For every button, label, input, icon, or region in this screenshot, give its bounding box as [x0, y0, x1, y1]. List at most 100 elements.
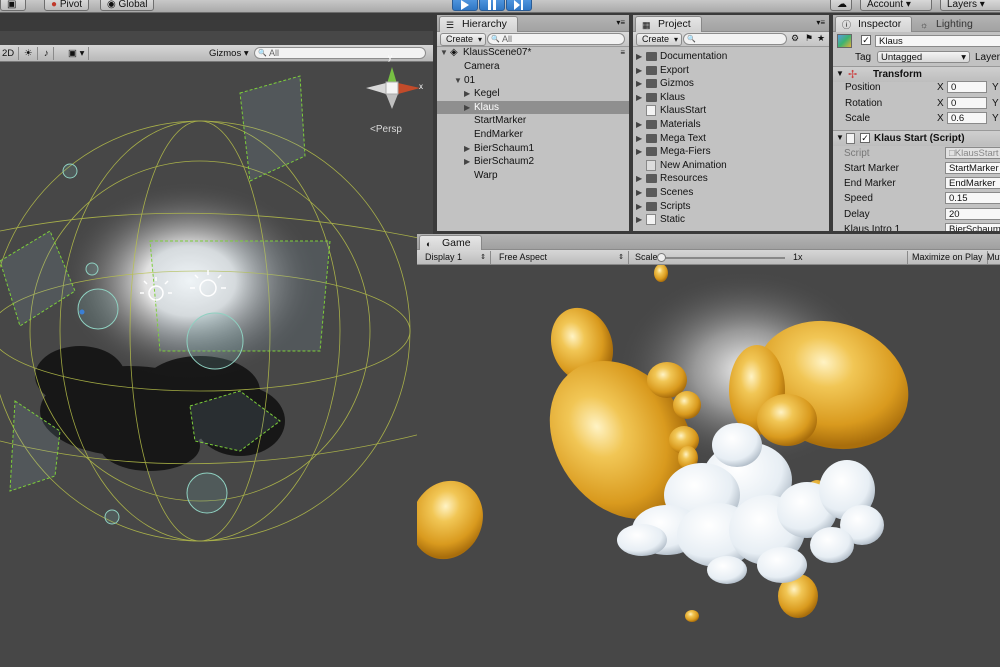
object-name-field[interactable]: Klaus: [875, 35, 1000, 47]
project-item[interactable]: ▶ Scenes: [633, 186, 829, 200]
script-field-value[interactable]: 0.15: [945, 192, 1000, 205]
transform-x-field[interactable]: 0: [947, 81, 987, 93]
project-item[interactable]: ▶ Static: [633, 213, 829, 227]
transform-field-label: Scale: [845, 113, 871, 124]
project-item[interactable]: ▶ Export: [633, 64, 829, 78]
project-item[interactable]: ▶ Resources: [633, 172, 829, 186]
project-item[interactable]: ▶ Scripts: [633, 200, 829, 214]
layers-dropdown[interactable]: Layers ▾: [940, 0, 1000, 11]
layout-tool-button[interactable]: ▣: [0, 0, 26, 11]
persp-label[interactable]: <Persp: [370, 124, 402, 135]
panel-menu-icon[interactable]: ▾≡: [616, 18, 625, 27]
expand-arrow-icon[interactable]: ▶: [636, 132, 642, 146]
scene-canvas[interactable]: [0, 31, 433, 667]
hierarchy-item[interactable]: Warp: [437, 169, 629, 183]
expand-arrow-icon[interactable]: ▶: [464, 87, 470, 101]
scale-slider[interactable]: [657, 253, 785, 262]
2d-toggle[interactable]: 2D: [0, 47, 20, 60]
project-item[interactable]: ▶ Materials: [633, 118, 829, 132]
transform-x-field[interactable]: 0: [947, 96, 987, 109]
project-create-button[interactable]: Create: [636, 33, 683, 46]
project-item[interactable]: ▶ Mega-Fiers: [633, 145, 829, 159]
expand-arrow-icon[interactable]: ▶: [636, 91, 642, 105]
expand-arrow-icon[interactable]: ▶: [464, 155, 470, 169]
transform-x-field[interactable]: 0.6: [947, 112, 987, 124]
pivot-button[interactable]: ● Pivot: [44, 0, 90, 11]
effects-dropdown[interactable]: ▣ ▾: [64, 47, 90, 60]
transform-header[interactable]: ▼ ✢ Transform: [833, 66, 1000, 82]
panel-menu-icon[interactable]: ▾≡: [816, 18, 825, 27]
project-item[interactable]: ▶ Mega Text: [633, 132, 829, 146]
scene-root-row[interactable]: ▼ ◈ KlausScene07* ≡: [437, 46, 629, 60]
hierarchy-create-button[interactable]: Create: [440, 33, 487, 46]
hierarchy-item[interactable]: StartMarker: [437, 114, 629, 128]
expand-arrow-icon[interactable]: ▶: [636, 200, 642, 214]
expand-arrow-icon[interactable]: ▼: [454, 74, 462, 88]
expand-arrow-icon[interactable]: ▶: [636, 64, 642, 78]
filter-type-icon[interactable]: ⚙: [791, 33, 799, 44]
foldout-icon[interactable]: ▼: [836, 133, 844, 142]
hierarchy-item[interactable]: Camera: [437, 60, 629, 74]
expand-arrow-icon[interactable]: ▶: [636, 186, 642, 200]
project-item[interactable]: ▶ Klaus: [633, 91, 829, 105]
tab-inspector[interactable]: ⓘ Inspector: [835, 16, 913, 32]
display-dropdown[interactable]: Display 1 ⇕: [421, 251, 491, 264]
tab-hierarchy[interactable]: ☰ Hierarchy: [439, 16, 518, 32]
hierarchy-item[interactable]: ▶ Kegel: [437, 87, 629, 101]
script-header[interactable]: ▼ ✓ Klaus Start (Script): [833, 130, 1000, 146]
project-item[interactable]: KlausStart: [633, 104, 829, 118]
tag-dropdown[interactable]: Untagged ▾: [877, 51, 970, 63]
project-item[interactable]: ▶ Gizmos: [633, 77, 829, 91]
scene-view[interactable]: 2D ☀ ♪ ▣ ▾ Gizmos ▾ All <Persp y x: [0, 31, 433, 667]
hierarchy-item[interactable]: ▶ BierSchaum2: [437, 155, 629, 169]
game-view[interactable]: ◐ Game Display 1 ⇕ Free Aspect ⇕ Scale 1…: [417, 234, 1000, 667]
collapse-icon[interactable]: ▼: [440, 46, 448, 60]
expand-arrow-icon[interactable]: ▶: [636, 213, 642, 227]
tab-game[interactable]: ◐ Game: [419, 235, 482, 250]
foldout-icon[interactable]: ▼: [836, 69, 844, 78]
hierarchy-item[interactable]: ▶ Klaus: [437, 100, 629, 115]
pause-button[interactable]: [479, 0, 505, 11]
scene-menu-icon[interactable]: ≡: [620, 46, 625, 60]
hierarchy-item[interactable]: ▼ 01: [437, 74, 629, 88]
expand-arrow-icon[interactable]: ▶: [636, 50, 642, 64]
favorite-icon[interactable]: ★: [817, 33, 825, 44]
expand-arrow-icon[interactable]: ▶: [636, 77, 642, 91]
game-canvas[interactable]: [417, 265, 1000, 667]
filter-label-icon[interactable]: ⚑: [805, 33, 813, 44]
mute-toggle[interactable]: Mute: [983, 251, 1000, 264]
script-enabled-checkbox[interactable]: ✓: [860, 133, 870, 143]
play-button[interactable]: [452, 0, 478, 11]
aspect-dropdown[interactable]: Free Aspect ⇕: [495, 251, 629, 264]
global-button[interactable]: ◉ Global: [100, 0, 155, 11]
hierarchy-item[interactable]: ▶ BierSchaum1: [437, 142, 629, 156]
gizmos-dropdown[interactable]: Gizmos ▾: [205, 47, 253, 60]
expand-arrow-icon[interactable]: ▶: [636, 172, 642, 186]
project-search-input[interactable]: [683, 33, 787, 45]
folder-icon: [646, 174, 657, 184]
project-item[interactable]: New Animation: [633, 159, 829, 173]
script-field-value[interactable]: StartMarker: [945, 162, 1000, 174]
lighting-toggle[interactable]: ☀: [20, 47, 38, 60]
expand-arrow-icon[interactable]: ▶: [464, 101, 470, 115]
orientation-gizmo[interactable]: [366, 67, 420, 109]
script-field-value[interactable]: 20: [945, 207, 1000, 220]
hierarchy-search-input[interactable]: All: [487, 33, 625, 45]
expand-arrow-icon[interactable]: ▶: [464, 142, 470, 156]
step-button[interactable]: [506, 0, 532, 11]
script-field-value[interactable]: BierSchaum: [945, 222, 1000, 231]
scene-search-input[interactable]: All: [254, 47, 426, 59]
expand-arrow-icon[interactable]: ▶: [636, 118, 642, 132]
hierarchy-item[interactable]: EndMarker: [437, 128, 629, 142]
expand-arrow-icon[interactable]: ▶: [636, 145, 642, 159]
scale-slider-thumb[interactable]: [657, 253, 666, 262]
script-field-value[interactable]: EndMarker: [945, 177, 1000, 190]
cloud-button[interactable]: ☁: [830, 0, 852, 11]
maximize-on-play-toggle[interactable]: Maximize on Play: [907, 251, 988, 264]
project-item[interactable]: ▶ Documentation: [633, 50, 829, 64]
audio-toggle[interactable]: ♪: [40, 47, 54, 60]
account-dropdown[interactable]: Account ▾: [860, 0, 932, 11]
active-checkbox[interactable]: ✓: [861, 35, 871, 45]
tab-project[interactable]: ▦ Project: [635, 16, 702, 32]
tab-lighting[interactable]: ☼ Lighting: [913, 16, 984, 32]
